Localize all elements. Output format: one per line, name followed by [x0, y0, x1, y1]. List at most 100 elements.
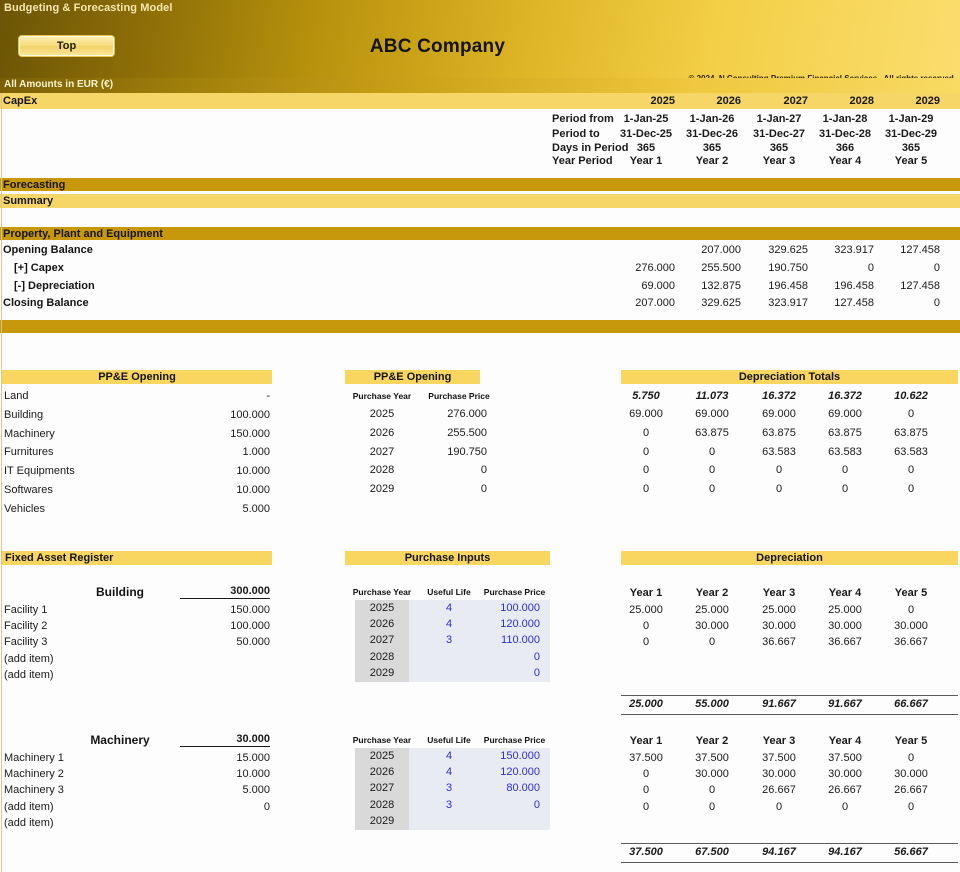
currency-band: All Amounts in EUR (€): [0, 78, 960, 93]
input-useful-life[interactable]: 4: [421, 602, 477, 614]
dep-schedule-value: 37.500: [828, 752, 862, 764]
ppe-movement-value: 127.458: [834, 297, 874, 309]
dep-schedule-value: 26.667: [828, 784, 862, 797]
asset-item-label[interactable]: Machinery 2: [4, 768, 64, 780]
input-purchase-price[interactable]: 0: [479, 799, 540, 811]
dep-year-header: Year 3: [762, 735, 796, 747]
dep-total-header-value: 16.372: [762, 390, 796, 402]
capex-label: CapEx: [3, 95, 38, 107]
dep-total-value: 0: [907, 408, 915, 420]
asset-item-label[interactable]: (add item): [4, 669, 54, 681]
input-purchase-price[interactable]: 100.000: [479, 602, 540, 614]
dep-total-value: 0: [642, 464, 650, 477]
input-useful-life[interactable]: 4: [421, 766, 477, 778]
forecasting-label: Forecasting: [3, 179, 66, 191]
dep-total-row-value: 94.167: [828, 846, 862, 858]
asset-item-label[interactable]: Machinery 3: [4, 784, 64, 796]
input-purchase-price[interactable]: 120.000: [479, 618, 540, 630]
dep-schedule-value: 30.000: [828, 620, 862, 633]
period-value: 365: [901, 142, 921, 154]
dep-total-value: 0: [907, 464, 915, 477]
dep-total-value: 63.583: [762, 445, 796, 458]
purchase-year-value: 2026: [369, 426, 395, 439]
asset-item-value[interactable]: 150.000: [180, 604, 270, 616]
dep-schedule-value: 0: [708, 636, 716, 649]
asset-group-name: Building: [96, 585, 144, 599]
input-purchase-price[interactable]: 150.000: [479, 750, 540, 762]
ppe-movement-label: Opening Balance: [3, 244, 93, 256]
dep-schedule-value: 37.500: [629, 752, 663, 764]
dep-schedule-value: 30.000: [762, 768, 796, 781]
asset-item-value[interactable]: 0: [180, 801, 270, 813]
col-header-purchase-price: Purchase Price: [428, 391, 490, 401]
asset-item-value[interactable]: 100.000: [180, 620, 270, 632]
ppe-movement-value: 323.917: [768, 297, 808, 309]
input-useful-life[interactable]: 3: [421, 799, 477, 811]
dep-total-value: 0: [642, 445, 650, 458]
dep-schedule-value: 0: [642, 768, 650, 781]
asset-item-value[interactable]: 5.000: [180, 784, 270, 796]
col-header-useful-life: Useful Life: [427, 735, 471, 745]
asset-group-name: Machinery: [90, 733, 150, 747]
input-useful-life[interactable]: 3: [421, 634, 477, 646]
dep-schedule-value: 25.000: [762, 604, 796, 616]
dep-schedule-value: 37.500: [762, 752, 796, 764]
purchase-year-value: 2029: [369, 483, 395, 496]
period-value: 31-Dec-25: [620, 128, 672, 140]
asset-item-label[interactable]: Facility 1: [4, 604, 47, 616]
ppe-movement-value: 329.625: [768, 244, 808, 256]
asset-item-value[interactable]: 10.000: [180, 768, 270, 780]
asset-item-label[interactable]: Machinery 1: [4, 752, 64, 764]
asset-item-label[interactable]: (add item): [4, 801, 54, 813]
purchase-price-value: 276.000: [447, 408, 487, 420]
dep-total-value: 0: [708, 464, 716, 477]
dep-total-row-value: 91.667: [762, 698, 796, 710]
dep-total-value: 63.875: [894, 426, 928, 439]
dep-total-row-value: 37.500: [629, 846, 663, 858]
currency-label: All Amounts in EUR (€): [4, 79, 114, 90]
input-purchase-price[interactable]: 110.000: [479, 634, 540, 646]
dep-schedule-value: 0: [841, 800, 849, 813]
dep-schedule-value: 30.000: [762, 620, 796, 633]
asset-item-value[interactable]: 50.000: [180, 636, 270, 648]
dep-schedule-value: 0: [907, 800, 915, 813]
dep-schedule-value: 0: [642, 784, 650, 797]
asset-item-label[interactable]: Facility 3: [4, 636, 47, 648]
dep-schedule-value: 25.000: [695, 604, 729, 616]
period-value: 365: [769, 142, 789, 154]
ppe-opening-title: PP&E Opening: [2, 370, 272, 384]
period-value: Year 4: [828, 155, 862, 167]
period-value: 365: [702, 142, 722, 154]
input-purchase-price[interactable]: 80.000: [479, 782, 540, 794]
dep-total-value: 63.875: [695, 426, 729, 439]
summary-band: [0, 194, 960, 208]
ppe-opening-purchases-title: PP&E Opening: [345, 370, 480, 384]
dep-total-row-value: 91.667: [828, 698, 862, 710]
input-purchase-year: 2025: [369, 602, 395, 614]
dep-year-header: Year 4: [828, 587, 862, 599]
ppe-opening-value: 5.000: [242, 502, 270, 515]
input-useful-life[interactable]: 4: [421, 750, 477, 762]
ppe-footer-band: [0, 320, 960, 333]
period-value: 1-Jan-25: [623, 113, 669, 125]
input-useful-life[interactable]: 3: [421, 782, 477, 794]
dep-schedule-value: 25.000: [828, 604, 862, 616]
dep-schedule-value: 36.667: [894, 636, 928, 649]
ppe-movement-value: 207.000: [635, 297, 675, 309]
asset-item-label[interactable]: (add item): [4, 653, 54, 665]
ppe-opening-value: 10.000: [236, 484, 270, 496]
asset-item-value[interactable]: 15.000: [180, 752, 270, 764]
asset-item-label[interactable]: (add item): [4, 817, 54, 829]
input-purchase-price[interactable]: 120.000: [479, 766, 540, 778]
purchase-price-value: 0: [480, 464, 487, 477]
asset-item-label[interactable]: Facility 2: [4, 620, 47, 632]
input-useful-life[interactable]: 4: [421, 618, 477, 630]
period-value: Year 5: [894, 155, 928, 167]
ppe-movement-value: 255.500: [701, 262, 741, 274]
input-purchase-price[interactable]: 0: [479, 651, 540, 663]
period-year-2029: 2029: [915, 95, 940, 107]
dep-total-value: 0: [642, 483, 650, 496]
dep-schedule-value: 36.667: [828, 636, 862, 649]
dep-year-header: Year 5: [894, 587, 928, 599]
input-purchase-price[interactable]: 0: [479, 667, 540, 679]
